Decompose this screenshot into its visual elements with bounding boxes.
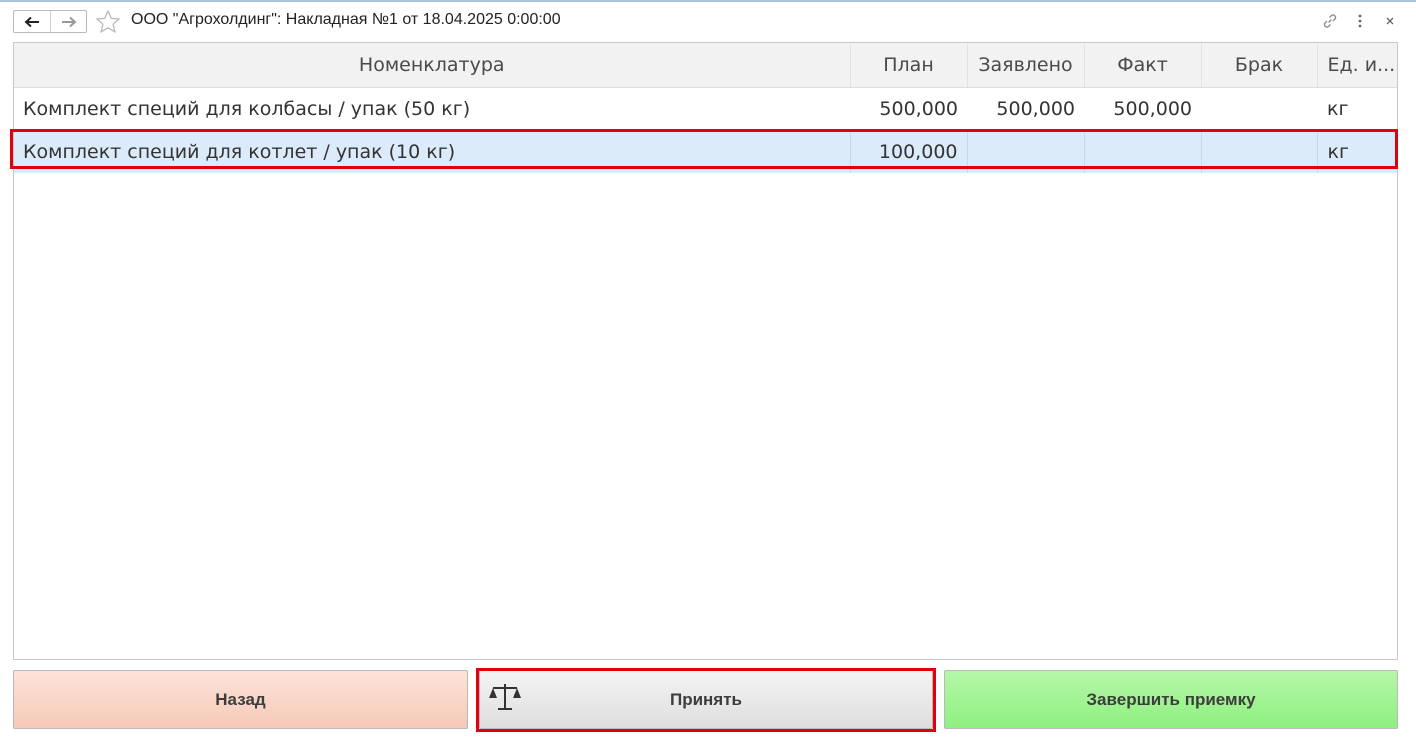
scales-icon (489, 684, 521, 710)
cell-unit: кг (1317, 130, 1397, 173)
cell-unit: кг (1327, 97, 1349, 120)
finish-receiving-button[interactable]: Завершить приемку (944, 670, 1398, 729)
column-header-plan[interactable]: План (850, 43, 968, 88)
window-titlebar: ООО "Агрохолдинг": Накладная №1 от 18.04… (0, 2, 1416, 40)
navigation-buttons (13, 10, 87, 33)
column-header-declared[interactable]: Заявлено (967, 43, 1085, 88)
column-header-unit[interactable]: Ед. и... (1317, 43, 1397, 88)
column-header-fact[interactable]: Факт (1084, 43, 1202, 88)
more-icon[interactable] (1350, 11, 1370, 31)
close-icon[interactable] (1380, 11, 1400, 31)
cell-declared (967, 130, 1085, 173)
star-icon[interactable] (95, 9, 121, 35)
accept-button[interactable]: Принять (479, 670, 933, 729)
cell-fact (1084, 130, 1202, 173)
cell-plan: 500,000 (879, 97, 958, 120)
cell-defect (1201, 87, 1317, 130)
accept-button-label: Принять (669, 689, 743, 709)
cell-defect (1201, 130, 1318, 173)
cell-name: Комплект специй для колбасы / упак (50 к… (23, 97, 471, 120)
forward-arrow-icon[interactable] (50, 11, 86, 32)
back-button-label: Назад (215, 689, 266, 709)
table-row[interactable]: Комплект специй для колбасы / упак (50 к… (14, 87, 1397, 130)
table-row-selected[interactable]: Комплект специй для котлет / упак (10 кг… (14, 130, 1397, 173)
cell-fact: 500,000 (1113, 97, 1192, 120)
cell-name: Комплект специй для котлет / упак (10 кг… (14, 130, 851, 173)
cell-plan: 100,000 (850, 130, 968, 173)
link-icon[interactable] (1320, 11, 1340, 31)
finish-button-label: Завершить приемку (1086, 689, 1256, 709)
back-arrow-icon[interactable] (14, 11, 50, 32)
table-header: Номенклатура План Заявлено Факт Брак Ед.… (14, 43, 1397, 88)
column-header-nomenclature[interactable]: Номенклатура (14, 43, 851, 88)
back-button[interactable]: Назад (13, 670, 468, 729)
goods-table[interactable]: Номенклатура План Заявлено Факт Брак Ед.… (13, 42, 1398, 660)
window-title: ООО "Агрохолдинг": Накладная №1 от 18.04… (131, 11, 561, 28)
cell-declared: 500,000 (996, 97, 1075, 120)
column-header-defect[interactable]: Брак (1201, 43, 1318, 88)
